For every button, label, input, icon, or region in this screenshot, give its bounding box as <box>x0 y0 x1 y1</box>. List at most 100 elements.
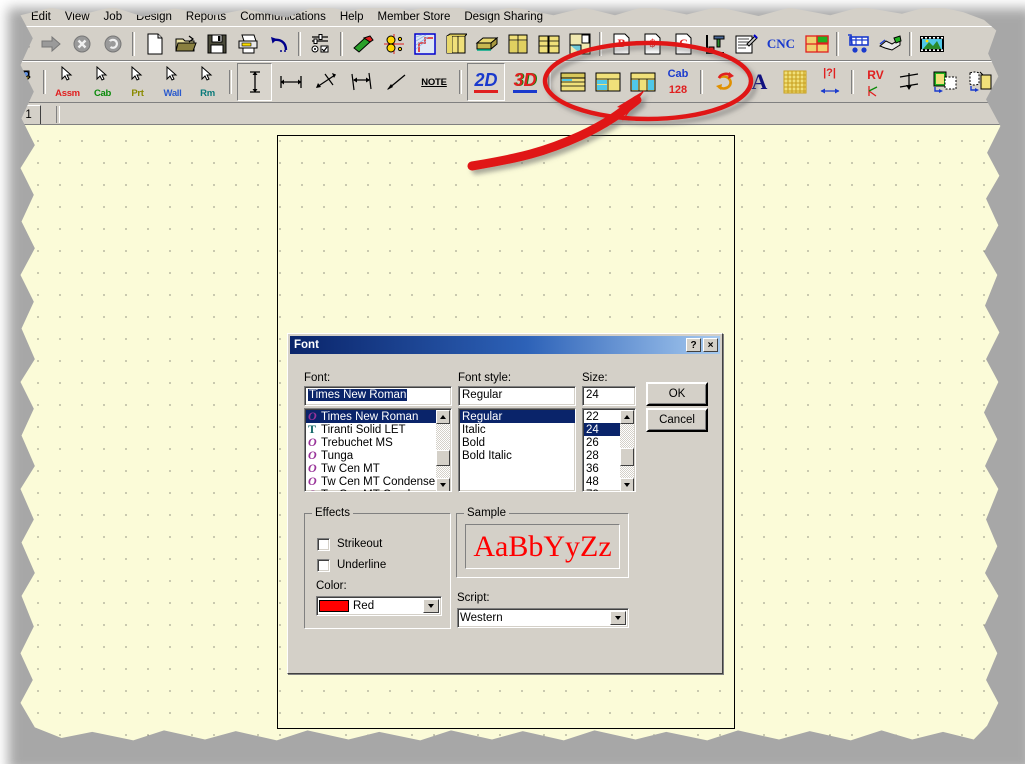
copy-green-icon[interactable] <box>929 64 962 100</box>
font-input[interactable]: Times New Roman <box>304 386 452 406</box>
cab-128-icon[interactable]: Cab 128 <box>661 64 695 100</box>
color-dropdown[interactable]: Red <box>316 596 442 616</box>
list-item[interactable]: 28 <box>584 449 622 462</box>
vertical-dimension-icon[interactable] <box>237 63 272 101</box>
close-icon[interactable]: × <box>703 338 718 352</box>
menu-item-job[interactable]: Job <box>97 9 130 25</box>
underline-checkbox[interactable] <box>317 559 330 572</box>
edge-band-icon[interactable] <box>472 29 501 58</box>
grid-tool-icon[interactable] <box>778 64 811 100</box>
size-input[interactable]: 24 <box>582 386 636 406</box>
ok-button[interactable]: OK <box>646 382 708 406</box>
scroll-down-icon[interactable] <box>436 478 450 491</box>
settings-sliders-icon[interactable] <box>306 29 335 58</box>
mirror-tool-icon[interactable] <box>894 64 927 100</box>
select-room-icon[interactable]: Rm <box>191 64 224 100</box>
tab-separator <box>56 106 60 123</box>
cabinet-icon[interactable] <box>503 29 532 58</box>
save-disk-icon[interactable] <box>202 29 231 58</box>
size-list[interactable]: 22 24 26 28 36 48 72 <box>582 408 636 492</box>
select-part-icon[interactable]: Prt <box>121 64 154 100</box>
open-folder-icon[interactable] <box>171 29 200 58</box>
handshake-icon[interactable] <box>875 29 904 58</box>
schedule-table-icon[interactable] <box>556 64 589 100</box>
list-item[interactable]: O Tw Cen MT <box>306 461 437 475</box>
list-item[interactable]: 22 <box>584 410 622 423</box>
angular-dimension-icon[interactable] <box>309 64 342 100</box>
list-item[interactable]: 26 <box>584 436 622 449</box>
rv-tool-icon[interactable]: RV <box>859 64 892 100</box>
print-icon[interactable] <box>233 29 262 58</box>
stop-icon[interactable] <box>67 29 96 58</box>
nesting-icon[interactable] <box>802 29 831 58</box>
strikeout-checkbox[interactable] <box>317 538 330 551</box>
scroll-thumb[interactable] <box>436 450 450 466</box>
image-icon[interactable] <box>917 29 946 58</box>
font-list[interactable]: O Times New Roman T Tiranti Solid LET O Tre… <box>304 408 452 492</box>
font-style-list[interactable]: Regular Italic Bold Bold Italic <box>458 408 576 492</box>
report-b-icon[interactable]: B <box>607 29 636 58</box>
select-wall-icon[interactable]: Wall <box>156 64 189 100</box>
text-tool-icon[interactable]: A <box>743 64 776 100</box>
font-style-input[interactable]: Regular <box>458 386 576 406</box>
shopping-cart-icon[interactable] <box>844 29 873 58</box>
report-c-icon[interactable]: C <box>669 29 698 58</box>
cancel-button[interactable]: Cancel <box>646 408 708 432</box>
list-item[interactable]: O Trebuchet MS <box>306 435 437 449</box>
view-3d-icon[interactable]: 3D <box>507 64 543 100</box>
panel-stack-icon[interactable] <box>441 29 470 58</box>
refresh-icon[interactable] <box>98 29 127 58</box>
help-question-icon[interactable] <box>948 29 977 58</box>
list-item[interactable]: Bold Italic <box>460 449 575 462</box>
rotate-tool-icon[interactable] <box>708 64 741 100</box>
list-item[interactable]: O Tunga <box>306 448 437 462</box>
chevron-down-icon[interactable] <box>610 611 626 625</box>
forward-arrow-icon[interactable] <box>36 29 65 58</box>
scroll-up-icon[interactable] <box>620 410 634 424</box>
help-icon[interactable]: ? <box>686 338 701 352</box>
note-tool-icon[interactable]: NOTE <box>414 64 454 100</box>
chevron-down-icon[interactable] <box>423 599 439 613</box>
script-dropdown[interactable]: Western <box>457 608 629 628</box>
list-item[interactable]: OTw Cen MT Condense <box>306 487 437 491</box>
leader-line-icon[interactable] <box>379 64 412 100</box>
toolbar-separator <box>132 31 135 56</box>
hardware-icon[interactable] <box>379 29 408 58</box>
new-document-icon[interactable] <box>140 29 169 58</box>
list-item[interactable]: Bold <box>460 436 575 449</box>
menu-item-help[interactable]: Help <box>333 9 371 25</box>
font-list-scrollbar[interactable] <box>436 410 450 491</box>
list-item[interactable]: T Tiranti Solid LET <box>306 422 437 436</box>
select-assembly-icon[interactable]: Assm <box>51 64 84 100</box>
list-item[interactable]: OTw Cen MT Condense <box>306 474 437 488</box>
list-item[interactable]: Italic <box>460 423 575 436</box>
undo-icon[interactable] <box>264 29 293 58</box>
material-swatch-icon[interactable] <box>410 29 439 58</box>
list-item[interactable]: 36 <box>584 462 622 475</box>
size-list-scrollbar[interactable] <box>620 410 634 491</box>
list-item[interactable]: Regular <box>460 410 575 423</box>
parts-table-icon[interactable] <box>591 64 624 100</box>
view-2d-icon[interactable]: 2D <box>467 63 505 101</box>
query-dimension-icon[interactable]: |?| <box>813 64 846 100</box>
select-cabinet-icon[interactable]: Cab <box>86 64 119 100</box>
report-cost-icon[interactable]: $ <box>638 29 667 58</box>
menu-item-member-store[interactable]: Member Store <box>371 9 458 25</box>
design-canvas[interactable]: Font ? × Font: Times New Roman O Times Ne… <box>20 125 1001 741</box>
cabinet-library-icon[interactable] <box>534 29 563 58</box>
room-layout-icon[interactable] <box>565 29 594 58</box>
list-item[interactable]: 48 <box>584 475 622 488</box>
notes-edit-icon[interactable] <box>731 29 760 58</box>
cnc-label-icon[interactable]: CNC <box>762 29 800 58</box>
list-item[interactable]: 24 <box>584 423 622 436</box>
measure-icon[interactable] <box>700 29 729 58</box>
cabinet-table-icon[interactable] <box>626 64 659 100</box>
scroll-up-icon[interactable] <box>436 410 450 424</box>
scroll-down-icon[interactable] <box>620 478 634 491</box>
list-item[interactable]: 72 <box>584 488 622 492</box>
paint-tube-icon[interactable] <box>348 29 377 58</box>
offset-dimension-icon[interactable] <box>344 64 377 100</box>
list-item[interactable]: O Times New Roman <box>306 409 437 423</box>
horizontal-dimension-icon[interactable] <box>274 64 307 100</box>
scroll-thumb[interactable] <box>620 448 634 466</box>
